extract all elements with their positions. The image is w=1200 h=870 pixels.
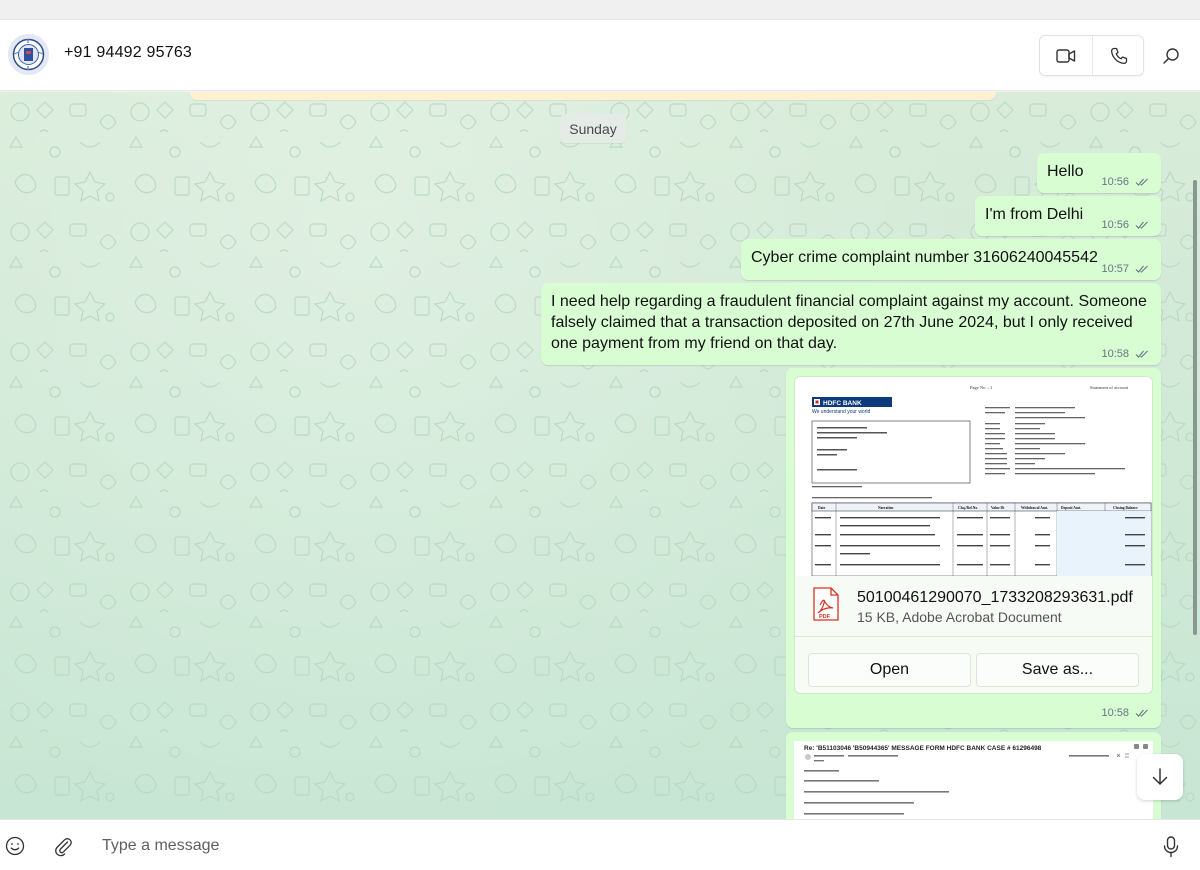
svg-text:Deposit Amt.: Deposit Amt. [1061,506,1081,510]
message-time: 10:57 [1101,263,1129,275]
message-text: I need help regarding a fraudulent finan… [551,293,1147,352]
chat-area[interactable]: Sunday Hello 10:56 I'm from Delhi 10:56 … [0,92,1200,819]
svg-text:Closing Balance: Closing Balance [1113,506,1138,510]
message-time: 10:56 [1101,219,1129,231]
svg-text:Value Dt: Value Dt [991,506,1005,510]
read-receipt-icon [1135,221,1148,229]
emoji-button[interactable] [4,835,26,857]
message-bubble[interactable]: I need help regarding a fraudulent finan… [541,283,1161,365]
pdf-statement-title: Statement of account [1090,385,1129,390]
file-info[interactable]: PDF 50100461290070_1733208293631.pdf 15 … [795,576,1152,636]
message-meta: 10:58 [1101,707,1149,719]
message-time: 10:56 [1101,176,1129,188]
file-name: 50100461290070_1733208293631.pdf [857,589,1133,606]
search-button[interactable] [1157,42,1185,70]
pdf-preview[interactable]: Page No .: 1 Statement of account HDFC B… [795,377,1152,576]
save-as-button[interactable]: Save as... [976,653,1139,687]
call-button-group [1039,35,1144,76]
chat-scrollbar[interactable] [1193,180,1197,635]
microphone-icon [1163,836,1179,858]
previous-message-bubble [190,92,996,100]
search-icon [1163,48,1179,64]
file-card: Page No .: 1 Statement of account HDFC B… [794,376,1153,694]
message-bubble[interactable]: Hello 10:56 [1037,153,1161,193]
message-text: Hello [1047,163,1084,180]
date-separator: Sunday [560,114,626,143]
message-time: 10:58 [1101,707,1129,719]
emoji-icon [5,836,25,856]
read-receipt-icon [1135,178,1148,186]
message-bubble[interactable]: Cyber crime complaint number 31606240045… [741,239,1161,280]
message-meta: 10:56 [1101,219,1149,231]
image-message-bubble[interactable]: Re: 'B51103046 'B50944365' MESSAGE FORM … [786,732,1161,819]
svg-text:Withdrawal Amt.: Withdrawal Amt. [1021,506,1048,510]
svg-text:We understand your world: We understand your world [812,409,870,415]
svg-text:Narration: Narration [878,506,893,510]
scroll-to-bottom-button[interactable] [1137,754,1183,800]
video-call-button[interactable] [1040,36,1092,75]
avatar[interactable] [8,34,49,75]
message-text: Cyber crime complaint number 31606240045… [751,249,1098,266]
attach-button[interactable] [52,835,74,857]
message-meta: 10:58 [1101,348,1149,360]
message-bubble[interactable]: I'm from Delhi 10:56 [975,196,1161,236]
svg-text:Date: Date [818,506,826,510]
voice-message-button[interactable] [1161,835,1181,859]
message-text: I'm from Delhi [985,206,1084,223]
message-input[interactable] [96,830,1126,862]
voice-call-button[interactable] [1092,36,1144,75]
window-top-strip [0,0,1200,20]
paperclip-icon [55,838,72,857]
open-file-button[interactable]: Open [808,653,971,687]
file-meta: 15 KB, Adobe Acrobat Document [857,609,1062,625]
arrow-down-icon [1152,768,1168,785]
read-receipt-icon [1135,709,1148,717]
contact-name[interactable]: +91 94492 95763 [64,44,192,62]
phone-icon [1110,47,1127,64]
svg-text:PDF: PDF [819,614,831,620]
read-receipt-icon [1135,265,1148,273]
message-meta: 10:56 [1101,176,1149,188]
svg-text:HDFC BANK: HDFC BANK [823,400,862,407]
pdf-page-no: Page No .: 1 [970,385,992,390]
svg-text:Chq./Ref.No.: Chq./Ref.No. [958,506,978,510]
video-camera-icon [1056,48,1076,63]
file-message-bubble[interactable]: Page No .: 1 Statement of account HDFC B… [786,368,1161,728]
message-time: 10:58 [1101,348,1129,360]
file-actions: Open Save as... [795,636,1152,693]
message-composer [0,819,1200,870]
message-meta: 10:57 [1101,263,1149,275]
email-screenshot-preview[interactable]: Re: 'B51103046 'B50944365' MESSAGE FORM … [794,741,1153,819]
pdf-file-icon: PDF [813,587,839,621]
read-receipt-icon [1135,350,1148,358]
chat-header: +91 94492 95763 [0,20,1200,91]
